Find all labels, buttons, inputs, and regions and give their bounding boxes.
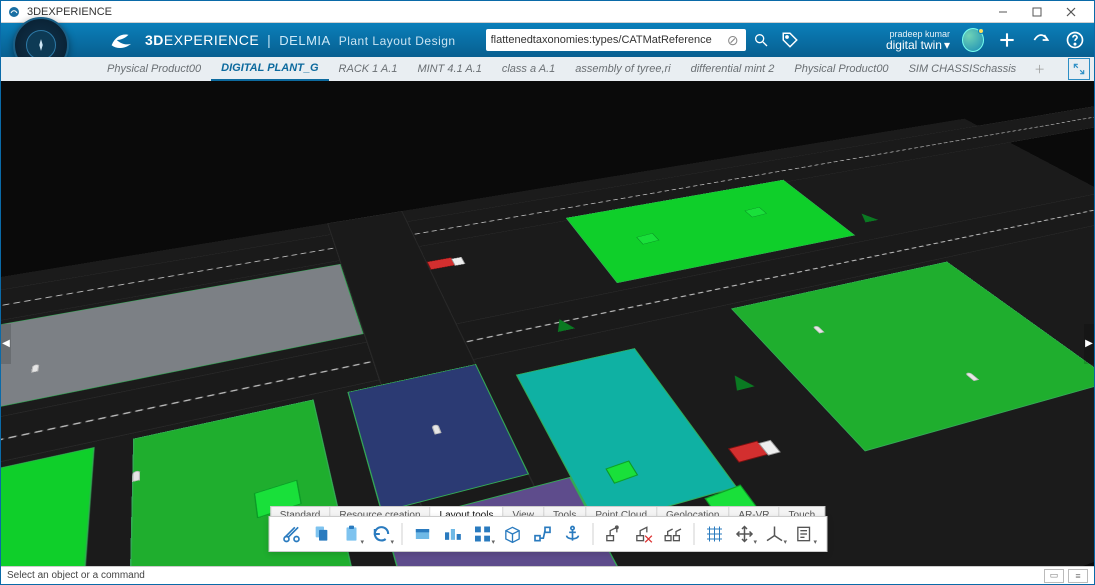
- window-minimize-button[interactable]: [986, 1, 1020, 22]
- search-button[interactable]: [750, 30, 772, 50]
- document-tabs: Physical Product00 DIGITAL PLANT_G RACK …: [1, 57, 1094, 81]
- doc-tab[interactable]: assembly of tyree,ri: [565, 57, 680, 81]
- user-project: digital twin: [886, 39, 942, 51]
- layout-new-button[interactable]: [408, 521, 436, 547]
- brand-title: 3DEXPERIENCE | DELMIA Plant Layout Desig…: [145, 32, 456, 48]
- app-icon: [7, 5, 21, 19]
- window-close-button[interactable]: [1054, 1, 1088, 22]
- layout-arrange-button[interactable]: [438, 521, 466, 547]
- share-button[interactable]: [1030, 29, 1052, 51]
- doc-tab[interactable]: RACK 1 A.1: [329, 57, 408, 81]
- robot-remove-button[interactable]: [629, 521, 657, 547]
- doc-tab[interactable]: MINT 4.1 A.1: [407, 57, 491, 81]
- robot-duplicate-button[interactable]: [659, 521, 687, 547]
- add-tab-button[interactable]: ＋: [1026, 61, 1053, 77]
- search-clear-button[interactable]: ⊘: [725, 32, 741, 49]
- window-titlebar: 3DEXPERIENCE: [1, 1, 1094, 23]
- doc-tab[interactable]: differential mint 2: [681, 57, 785, 81]
- doc-tab[interactable]: Physical Product00: [97, 57, 211, 81]
- paste-button[interactable]: ▾: [337, 521, 365, 547]
- layout-grid-button[interactable]: ▾: [468, 521, 496, 547]
- help-button[interactable]: [1064, 29, 1086, 51]
- show-grid-button[interactable]: [700, 521, 728, 547]
- layout-3dbox-button[interactable]: [498, 521, 526, 547]
- user-block[interactable]: pradeep kumar digital twin▾: [886, 30, 950, 51]
- viewport-pan-left[interactable]: ◀: [1, 324, 11, 364]
- doc-tab[interactable]: class a A.1: [492, 57, 565, 81]
- undo-button[interactable]: ▾: [367, 521, 395, 547]
- chevron-down-icon: ▾: [944, 39, 950, 51]
- status-log-toggle[interactable]: ≡: [1068, 569, 1088, 583]
- search-box[interactable]: ⊘: [486, 29, 746, 51]
- status-panel-toggle[interactable]: ▭: [1044, 569, 1064, 583]
- axis-triad-button[interactable]: ▾: [760, 521, 788, 547]
- viewport-pan-right[interactable]: ▶: [1084, 324, 1094, 364]
- robot-insert-button[interactable]: [599, 521, 627, 547]
- doc-tab[interactable]: Physical Product00: [784, 57, 898, 81]
- search-input[interactable]: [491, 34, 725, 46]
- tag-button[interactable]: [776, 29, 804, 51]
- fit-view-button[interactable]: [1068, 58, 1090, 80]
- doc-tab[interactable]: SIM CHASSISchassis: [899, 57, 1027, 81]
- doc-tab[interactable]: DIGITAL PLANT_G: [211, 57, 328, 81]
- brand-bar: 3DEXPERIENCE | DELMIA Plant Layout Desig…: [1, 23, 1094, 57]
- properties-button[interactable]: ▾: [790, 521, 818, 547]
- layout-transfer-button[interactable]: [528, 521, 556, 547]
- status-bar: Select an object or a command ▭ ≡: [1, 566, 1094, 584]
- status-text: Select an object or a command: [7, 570, 145, 581]
- window-title: 3DEXPERIENCE: [27, 6, 112, 18]
- command-toolbar: ▾ ▾ ▾ ▾ ▾ ▾: [268, 516, 827, 552]
- cut-button[interactable]: [277, 521, 305, 547]
- add-button[interactable]: [996, 29, 1018, 51]
- 3d-viewport[interactable]: ◀ ▶ Standard Resource creation Layout to…: [1, 81, 1094, 566]
- window-maximize-button[interactable]: [1020, 1, 1054, 22]
- ds-logo-icon: [109, 29, 135, 51]
- home-globe-button[interactable]: [962, 29, 984, 51]
- anchor-button[interactable]: [558, 521, 586, 547]
- copy-button[interactable]: [307, 521, 335, 547]
- move-button[interactable]: ▾: [730, 521, 758, 547]
- user-name: pradeep kumar: [886, 30, 950, 39]
